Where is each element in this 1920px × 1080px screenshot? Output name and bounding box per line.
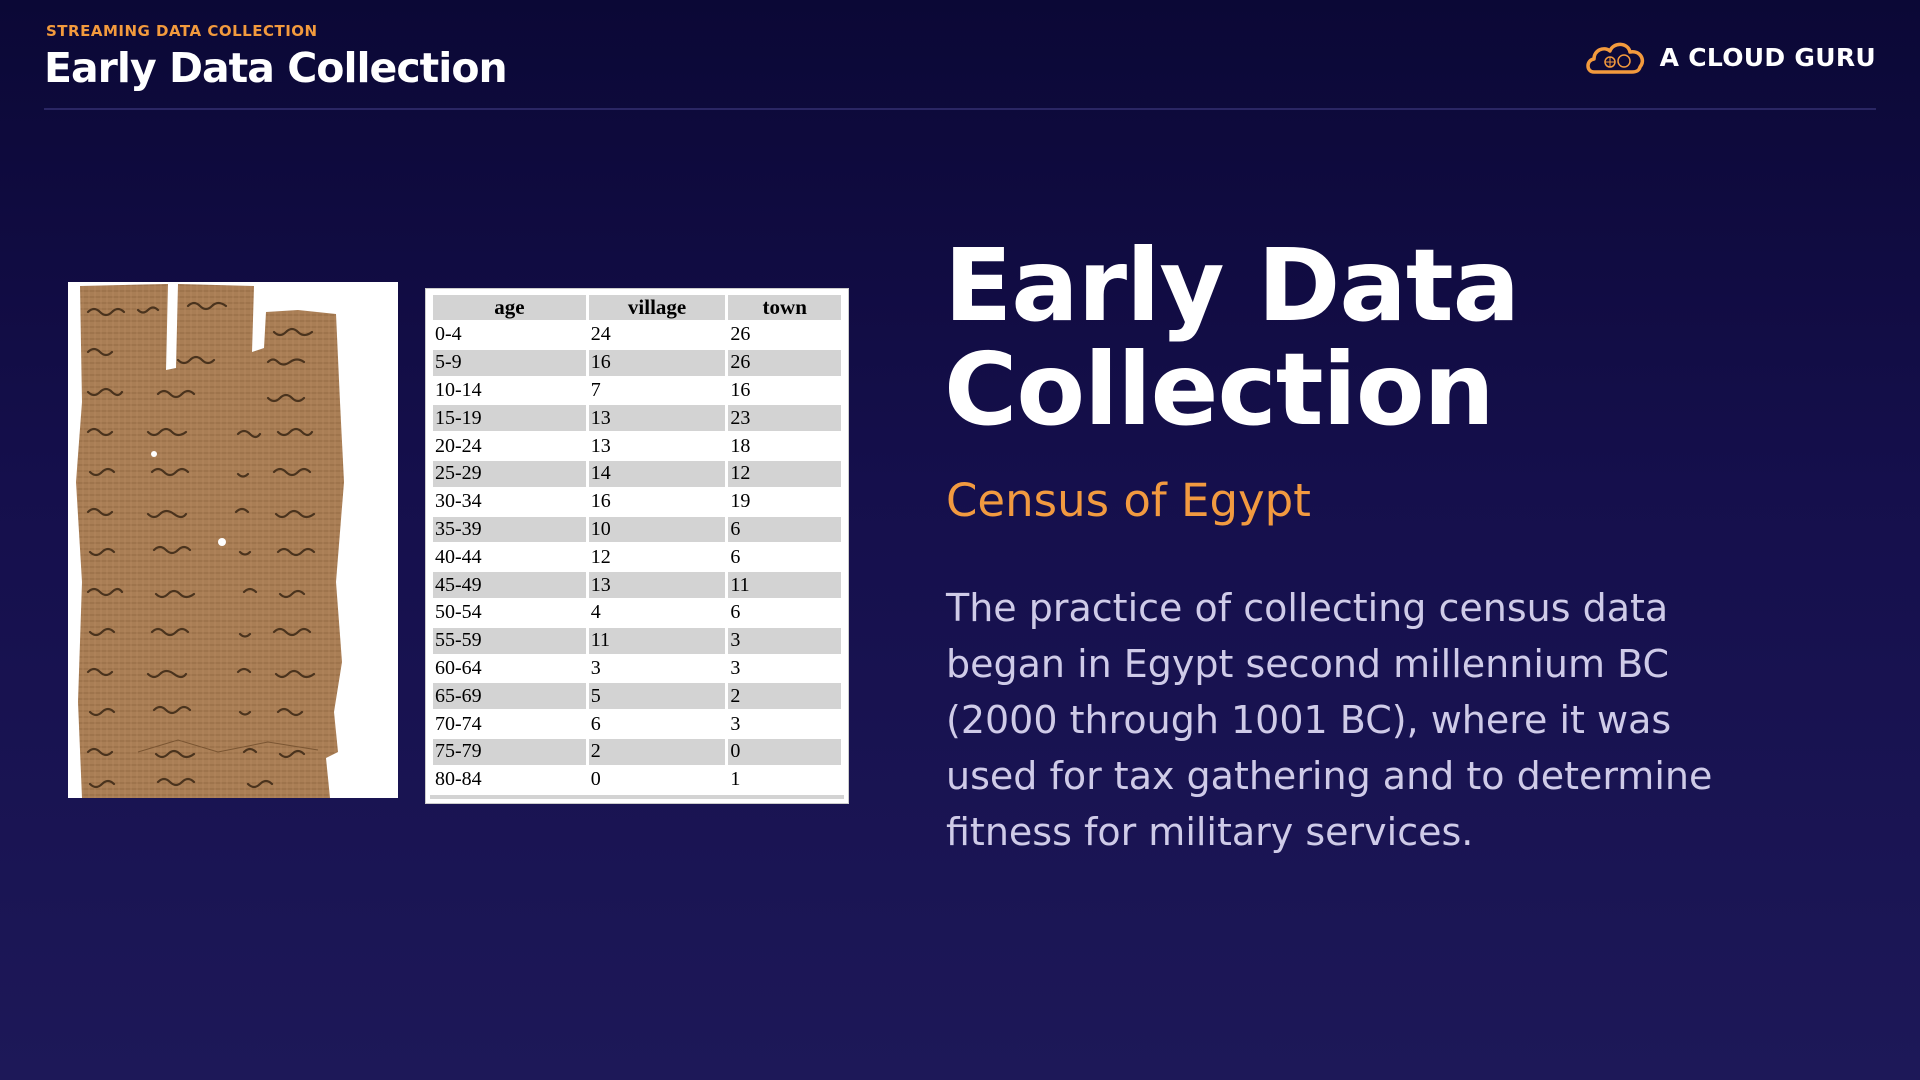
table-cell-age: 5-9 bbox=[433, 349, 586, 376]
table-cell-town: 26 bbox=[730, 323, 751, 346]
table-row: 65-69 5 2 bbox=[433, 683, 841, 710]
table-cell-village: 14 bbox=[588, 460, 726, 487]
table-cell-town: 3 bbox=[728, 627, 841, 654]
table-cell-age: 25-29 bbox=[433, 460, 586, 487]
table-cell-village: 7 bbox=[590, 378, 601, 401]
table-cell-village: 16 bbox=[588, 349, 726, 376]
table-row: 40-44 12 6 bbox=[433, 544, 841, 570]
table-cell-village: 13 bbox=[590, 434, 611, 457]
brand-logo: A CLOUD GURU bbox=[1584, 36, 1876, 78]
table-cell-age: 55-59 bbox=[433, 627, 586, 654]
table-cell-town: 16 bbox=[730, 378, 751, 401]
table-cell-town: 3 bbox=[730, 712, 741, 735]
table-header-row: age village town bbox=[433, 295, 841, 320]
table-cell-age: 45-49 bbox=[433, 572, 586, 598]
table-row: 80-84 0 1 bbox=[433, 767, 841, 793]
table-cell-town: 26 bbox=[728, 349, 841, 376]
table-cell-village: 5 bbox=[588, 683, 726, 710]
table-cell-age: 65-69 bbox=[433, 683, 586, 710]
brand-name: A CLOUD GURU bbox=[1659, 42, 1876, 72]
table-cell-age: 35-39 bbox=[433, 516, 586, 543]
table-cell-village: 6 bbox=[590, 712, 601, 735]
table-cell-age: 15-19 bbox=[433, 405, 586, 432]
table-row: 20-24 13 18 bbox=[433, 433, 841, 459]
column-header-age: age bbox=[433, 295, 586, 320]
table-cell-village: 10 bbox=[588, 516, 726, 543]
table-row: 5-9 16 26 bbox=[433, 349, 841, 376]
slide-title-line-1: Early Data bbox=[944, 227, 1520, 344]
table-row: 10-14 7 16 bbox=[433, 378, 841, 404]
table-row: 60-64 3 3 bbox=[433, 656, 841, 682]
table-cell-village: 13 bbox=[588, 572, 726, 598]
table-cell-village: 0 bbox=[590, 768, 601, 791]
table-cell-village: 2 bbox=[588, 738, 726, 765]
table-cell-age: 50-54 bbox=[435, 601, 482, 624]
table-row: 50-54 4 6 bbox=[433, 600, 841, 626]
table-cell-age: 30-34 bbox=[435, 490, 482, 513]
table-row: 30-34 16 19 bbox=[433, 489, 841, 515]
table-row: 70-74 6 3 bbox=[433, 711, 841, 737]
table-bottom-rule bbox=[430, 795, 844, 799]
table-cell-age: 20-24 bbox=[435, 434, 482, 457]
table-cell-town: 23 bbox=[728, 405, 841, 432]
table-row: 25-29 14 12 bbox=[433, 460, 841, 487]
table-cell-town: 6 bbox=[730, 545, 741, 568]
table-cell-town: 0 bbox=[728, 738, 841, 765]
table-row: 0-4 24 26 bbox=[433, 322, 841, 348]
table-cell-age: 60-64 bbox=[435, 656, 482, 679]
table-cell-town: 18 bbox=[730, 434, 751, 457]
table-row: 75-79 2 0 bbox=[433, 738, 841, 765]
table-cell-age: 70-74 bbox=[435, 712, 482, 735]
table-row: 35-39 10 6 bbox=[433, 516, 841, 543]
table-row: 55-59 11 3 bbox=[433, 627, 841, 654]
census-table: age village town 0-4 24 26 5-9 16 26 10-14 7 16 1… bbox=[430, 293, 844, 795]
table-cell-village: 24 bbox=[590, 323, 611, 346]
slide-title-line-2: Collection bbox=[944, 331, 1495, 448]
slide-title: Early Data Collection bbox=[944, 234, 1664, 442]
table-cell-village: 4 bbox=[590, 601, 601, 624]
census-table-image: age village town 0-4 24 26 5-9 16 26 10-14 7 16 1… bbox=[425, 288, 849, 804]
table-cell-village: 3 bbox=[590, 656, 601, 679]
table-cell-town: 6 bbox=[728, 516, 841, 543]
table-cell-age: 0-4 bbox=[435, 323, 462, 346]
table-row: 15-19 13 23 bbox=[433, 405, 841, 432]
table-cell-town: 6 bbox=[730, 601, 741, 624]
table-cell-age: 75-79 bbox=[433, 738, 586, 765]
cloud-logo-icon bbox=[1585, 42, 1644, 74]
table-cell-town: 12 bbox=[728, 460, 841, 487]
table-cell-age: 80-84 bbox=[435, 768, 482, 791]
header-title: Early Data Collection bbox=[44, 44, 508, 92]
table-cell-town: 2 bbox=[728, 683, 841, 710]
table-row: 45-49 13 11 bbox=[433, 572, 841, 598]
slide-header: STREAMING DATA COLLECTION Early Data Col… bbox=[44, 22, 1876, 110]
papyrus-manuscript-icon bbox=[76, 284, 344, 798]
table-cell-village: 13 bbox=[588, 405, 726, 432]
column-header-town: town bbox=[728, 295, 841, 320]
table-cell-town: 1 bbox=[730, 768, 741, 791]
table-cell-town: 19 bbox=[730, 490, 751, 513]
papyrus-image bbox=[68, 282, 398, 798]
table-cell-village: 11 bbox=[588, 627, 726, 654]
table-cell-age: 40-44 bbox=[435, 545, 482, 568]
table-cell-village: 12 bbox=[590, 545, 611, 568]
table-cell-town: 11 bbox=[728, 572, 841, 598]
column-header-village: village bbox=[588, 295, 726, 320]
slide-body-text: The practice of collecting census data b… bbox=[946, 586, 1713, 854]
section-eyebrow: STREAMING DATA COLLECTION bbox=[46, 22, 318, 40]
table-cell-age: 10-14 bbox=[435, 378, 482, 401]
slide-subtitle: Census of Egypt bbox=[946, 474, 1311, 527]
table-cell-village: 16 bbox=[590, 490, 611, 513]
table-cell-town: 3 bbox=[730, 656, 741, 679]
